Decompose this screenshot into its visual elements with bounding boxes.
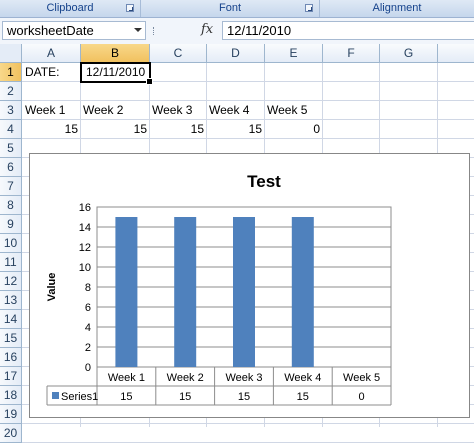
data-table-value: 15 [297,391,309,403]
select-all-corner[interactable] [0,44,22,63]
chart-title: Test [247,172,281,191]
data-table-value: 15 [120,391,132,403]
row-header-6[interactable]: 6 [0,158,22,177]
cell-c3[interactable]: Week 3 [150,101,206,120]
y-tick-label: 16 [79,202,91,214]
x-category-label: Week 4 [284,372,321,384]
legend-swatch [52,392,59,399]
column-header-c[interactable]: C [150,44,207,63]
column-header-h[interactable] [438,44,474,63]
insert-function-icon[interactable]: fx [201,22,213,37]
bar-week-3 [233,217,255,367]
row-header-18[interactable]: 18 [0,386,22,405]
data-table-value: 15 [238,391,250,403]
row-header-16[interactable]: 16 [0,348,22,367]
x-category-label: Week 2 [167,372,204,384]
font-dialog-launcher-icon[interactable] [305,4,313,12]
ribbon-group-alignment: Alignment [320,0,474,17]
ribbon-group-label: Alignment [372,2,422,14]
bar-week-1 [115,217,138,367]
row-header-11[interactable]: 11 [0,253,22,272]
splitter-handle[interactable] [153,27,157,35]
embedded-chart[interactable]: Test Value 0 2 4 6 8 10 12 14 16 Week 1 15 Week 2 15 We… [29,153,470,418]
cell-e4[interactable]: 0 [265,120,322,139]
x-category-label: Week 5 [343,372,380,384]
formula-bar: worksheetDate fx 12/11/2010 [0,18,474,45]
chevron-down-icon[interactable] [134,28,142,32]
cell-b1[interactable]: 12/11/2010 [84,63,149,82]
cell-c4[interactable]: 15 [150,120,206,139]
row-header-3[interactable]: 3 [0,101,22,120]
ribbon-group-label: Font [218,2,241,14]
cell-a4[interactable]: 15 [23,120,80,139]
y-tick-label: 2 [85,342,91,354]
ribbon-group-bar: Clipboard Font Alignment [0,0,474,18]
row-header-15[interactable]: 15 [0,329,22,348]
y-tick-label: 0 [85,362,91,374]
ribbon-group-font: Font [141,0,320,17]
data-table-value: 0 [359,391,365,403]
cell-d3[interactable]: Week 4 [207,101,264,120]
y-tick-label: 12 [79,242,91,254]
row-header-2[interactable]: 2 [0,82,22,101]
bar-week-2 [174,217,197,367]
y-axis-label: Value [46,273,58,302]
formula-value: 12/11/2010 [227,23,292,38]
column-header-d[interactable]: D [207,44,265,63]
row-header-17[interactable]: 17 [0,367,22,386]
column-header-g[interactable]: G [380,44,438,63]
ribbon-group-label: Clipboard [46,2,94,14]
row-header-13[interactable]: 13 [0,291,22,310]
formula-input[interactable]: 12/11/2010 [222,21,474,40]
row-header-12[interactable]: 12 [0,272,22,291]
row-header-1[interactable]: 1 [0,63,22,82]
row-header-9[interactable]: 9 [0,215,22,234]
cell-a1[interactable]: DATE: [23,63,80,82]
x-category-label: Week 1 [108,372,145,384]
row-header-4[interactable]: 4 [0,120,22,139]
y-tick-label: 14 [79,222,91,234]
chart-canvas: Test Value 0 2 4 6 8 10 12 14 16 Week 1 15 Week 2 15 We… [46,172,392,406]
column-header-e[interactable]: E [265,44,323,63]
legend-series-name: Series1 [61,391,98,403]
row-header-19[interactable]: 19 [0,405,22,424]
gridline [22,423,474,424]
y-tick-label: 6 [85,302,91,314]
x-category-label: Week 3 [225,372,262,384]
ribbon-group-clipboard: Clipboard [0,0,141,17]
row-header-14[interactable]: 14 [0,310,22,329]
row-header-10[interactable]: 10 [0,234,22,253]
column-header-b[interactable]: B [81,44,150,63]
y-tick-label: 10 [79,262,91,274]
bar-week-4 [291,217,314,367]
y-tick-label: 8 [85,282,91,294]
cell-d4[interactable]: 15 [207,120,264,139]
column-header-f[interactable]: F [323,44,380,63]
cell-e3[interactable]: Week 5 [265,101,322,120]
y-tick-label: 4 [85,322,91,334]
row-header-7[interactable]: 7 [0,177,22,196]
row-header-8[interactable]: 8 [0,196,22,215]
cell-b4[interactable]: 15 [81,120,149,139]
name-box[interactable]: worksheetDate [2,21,146,40]
name-box-value: worksheetDate [7,23,94,38]
data-table-value: 15 [179,391,191,403]
clipboard-dialog-launcher-icon[interactable] [126,4,134,12]
cell-b3[interactable]: Week 2 [81,101,149,120]
row-header-5[interactable]: 5 [0,139,22,158]
column-header-a[interactable]: A [22,44,81,63]
cell-a3[interactable]: Week 1 [23,101,80,120]
